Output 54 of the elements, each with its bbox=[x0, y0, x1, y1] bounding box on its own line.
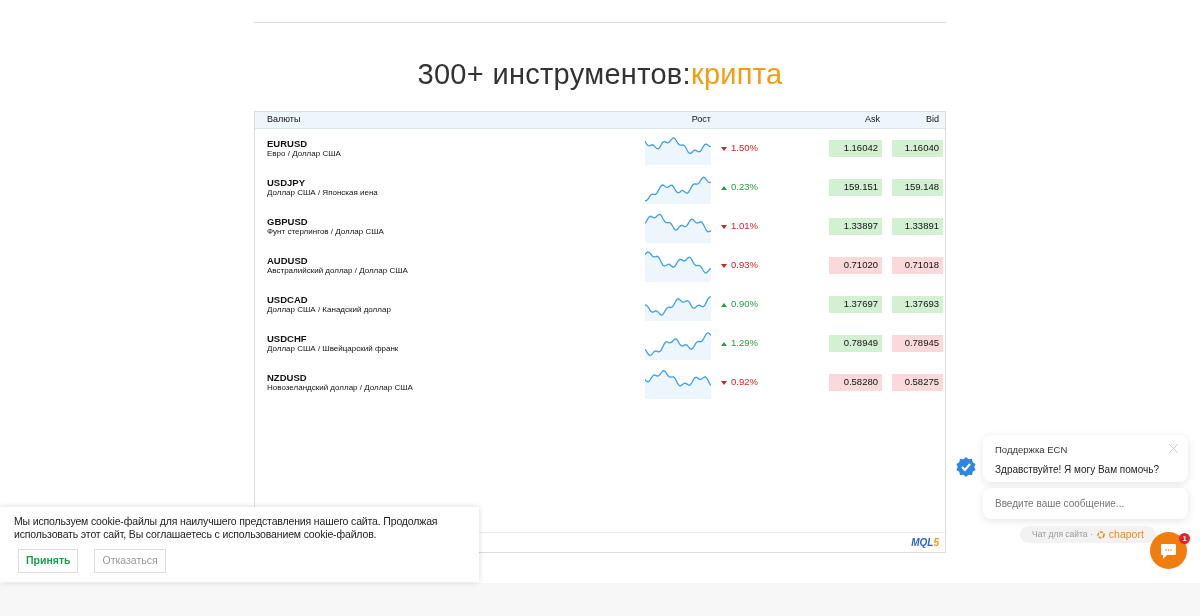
symbol-description: Евро / Доллар США bbox=[267, 149, 342, 159]
chat-bubble-icon bbox=[1160, 542, 1177, 560]
symbol-description: Австралийский доллар / Доллар США bbox=[267, 266, 409, 276]
ring-icon bbox=[1096, 530, 1105, 539]
ask-price: 159.151 bbox=[829, 179, 882, 196]
chat-message: Здравствуйте! Я могу Вам помочь? bbox=[995, 463, 1159, 478]
bid-price: 0.71018 bbox=[892, 257, 943, 274]
symbol-description: Новозеландский доллар / Доллар США bbox=[267, 383, 414, 393]
agent-name: Поддержка ECN bbox=[995, 443, 1068, 457]
symbol-name: USDJPY bbox=[267, 177, 306, 188]
column-header: Рост bbox=[691, 114, 711, 125]
change-percent: 1.01% bbox=[731, 219, 758, 234]
symbol-name: NZDUSD bbox=[267, 372, 308, 383]
mql5-logo[interactable]: MQL5 bbox=[911, 535, 939, 550]
bid-price: 1.16040 bbox=[892, 140, 943, 157]
cookie-notice-text: Мы используем cookie-файлы для наилучшего представления нашего сайта. Продолжая использовать этот сайт, Вы соглашаетесь с использованием cookie-файлов. bbox=[14, 515, 439, 541]
brand-name[interactable]: chaport bbox=[1108, 526, 1144, 543]
bid-price: 1.37693 bbox=[892, 296, 943, 313]
decline-button[interactable]: Отказаться bbox=[94, 549, 166, 573]
ask-price: 1.37697 bbox=[829, 296, 882, 313]
ask-price: 0.71020 bbox=[829, 257, 882, 274]
symbol-name: USDCAD bbox=[267, 294, 309, 305]
verified-icon bbox=[956, 457, 976, 477]
symbol-description: Фунт стерлингов / Доллар США bbox=[267, 227, 385, 237]
sparkline bbox=[645, 249, 711, 282]
accept-button[interactable]: Принять bbox=[18, 549, 79, 573]
ask-price: 1.16042 bbox=[829, 140, 882, 157]
bid-price: 0.78945 bbox=[892, 335, 943, 352]
chat-launcher-button[interactable] bbox=[1150, 532, 1187, 569]
symbol-description: Доллар США / Японская иена bbox=[267, 188, 379, 198]
page-heading: 300+ инструментов:крипта bbox=[417, 58, 783, 90]
bid-price: 0.58275 bbox=[892, 374, 943, 391]
bid-price: 1.33891 bbox=[892, 218, 943, 235]
message-input[interactable]: Введите ваше сообщение... bbox=[983, 488, 1188, 519]
ask-price: 1.33897 bbox=[829, 218, 882, 235]
change-percent: 1.50% bbox=[731, 141, 758, 156]
symbol-name: EURUSD bbox=[267, 138, 309, 149]
ask-price: 0.58280 bbox=[829, 374, 882, 391]
change-percent: 0.93% bbox=[731, 258, 758, 273]
symbol-name: USDCHF bbox=[267, 333, 308, 344]
bid-price: 159.148 bbox=[892, 179, 943, 196]
change-percent: 0.90% bbox=[731, 297, 758, 312]
symbol-description: Доллар США / Канадский доллар bbox=[267, 305, 392, 315]
change-percent: 1.29% bbox=[731, 336, 758, 351]
symbol-name: AUDUSD bbox=[267, 255, 309, 266]
powered-by-text: Чат для сайта · bbox=[1032, 528, 1093, 541]
symbol-description: Доллар США / Швейцарский франк bbox=[267, 344, 400, 354]
column-header: Bid bbox=[926, 114, 939, 125]
column-header: Ask bbox=[865, 114, 880, 125]
ask-price: 0.78949 bbox=[829, 335, 882, 352]
change-percent: 0.92% bbox=[731, 375, 758, 390]
symbol-name: GBPUSD bbox=[267, 216, 309, 227]
change-percent: 0.23% bbox=[731, 180, 758, 195]
column-header: Валюты bbox=[267, 114, 301, 125]
